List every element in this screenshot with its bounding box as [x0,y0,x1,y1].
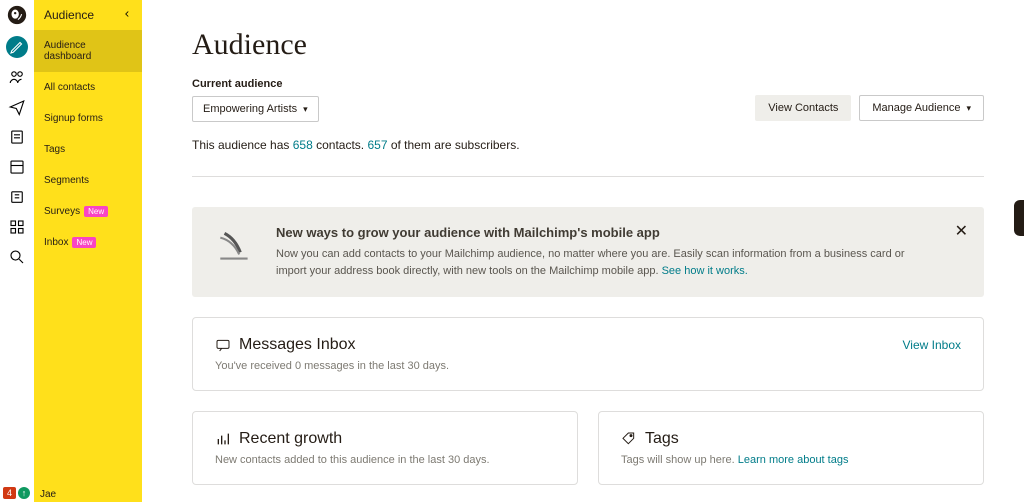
banner-body: Now you can add contacts to your Mailchi… [276,248,905,277]
page-title: Audience [192,28,984,62]
footer-error-badge[interactable]: 4 [3,487,16,499]
view-contacts-button[interactable]: View Contacts [755,95,851,121]
card-subtitle: You've received 0 messages in the last 3… [215,360,961,372]
card-title-text: Recent growth [239,430,342,448]
divider [192,176,984,177]
sidebar-item-label: Tags [44,144,65,155]
sidebar-item-label: Segments [44,175,89,186]
grid-icon[interactable] [6,216,28,238]
footer-status-badge[interactable]: ↑ [18,487,30,499]
doc-icon[interactable] [6,126,28,148]
sidebar-item-dashboard[interactable]: Audience dashboard [34,30,142,72]
sidebar-header[interactable]: Audience [34,0,142,30]
card-subtitle: Tags will show up here. [621,454,738,466]
sidebar-item-inbox[interactable]: Inbox New [34,227,142,258]
sidebar-item-label: Surveys [44,206,80,217]
sidebar-user-label: Jae [40,489,56,500]
card-subtitle: New contacts added to this audience in t… [215,454,555,466]
chevron-down-icon: ▾ [303,104,308,115]
chevron-down-icon: ▾ [966,103,971,114]
subscriber-count-link[interactable]: 657 [367,138,387,152]
manage-audience-button[interactable]: Manage Audience ▾ [859,95,984,121]
audience-select[interactable]: Empowering Artists ▾ [192,96,319,122]
sidebar-item-tags[interactable]: Tags [34,134,142,165]
banner-link[interactable]: See how it works. [662,265,748,277]
close-icon[interactable]: ✕ [955,221,968,241]
sidebar-item-contacts[interactable]: All contacts [34,72,142,103]
sidebar-item-segments[interactable]: Segments [34,165,142,196]
sidebar-item-label: Audience dashboard [44,40,132,62]
survey-icon[interactable] [6,186,28,208]
tag-icon [621,431,637,447]
tags-card: Tags Tags will show up here. Learn more … [598,411,984,485]
sidebar-item-signup[interactable]: Signup forms [34,103,142,134]
tags-learn-link[interactable]: Learn more about tags [738,454,849,466]
pencil-icon[interactable] [6,36,28,58]
sidebar-title: Audience [44,8,94,22]
brand-logo[interactable] [6,4,28,26]
sidebar-item-label: Signup forms [44,113,103,124]
layout-icon[interactable] [6,156,28,178]
recent-growth-card: Recent growth New contacts added to this… [192,411,578,485]
contact-count-link[interactable]: 658 [293,138,313,152]
audience-summary: This audience has 658 contacts. 657 of t… [192,138,984,152]
card-title-text: Messages Inbox [239,336,356,354]
side-tab[interactable] [1014,200,1024,236]
chat-icon [215,337,231,353]
mobile-app-banner: New ways to grow your audience with Mail… [192,207,984,297]
users-icon[interactable] [6,66,28,88]
chart-icon [215,431,231,447]
sidebar-user[interactable]: Jae [40,489,56,500]
messages-inbox-card: Messages Inbox View Inbox You've receive… [192,317,984,391]
banner-illustration [214,225,256,267]
new-badge: New [84,206,108,217]
new-badge: New [72,237,96,248]
sidebar: Audience Audience dashboard All contacts… [34,0,142,502]
sidebar-item-label: All contacts [44,82,95,93]
sidebar-item-surveys[interactable]: Surveys New [34,196,142,227]
banner-title: New ways to grow your audience with Mail… [276,225,932,240]
main-content: Audience Current audience Empowering Art… [142,0,1024,502]
sidebar-item-label: Inbox [44,237,68,248]
search-icon[interactable] [6,246,28,268]
card-title-text: Tags [645,430,679,448]
send-icon[interactable] [6,96,28,118]
current-audience-label: Current audience [192,78,319,90]
view-inbox-link[interactable]: View Inbox [903,338,961,352]
audience-select-value: Empowering Artists [203,103,297,115]
chevron-left-icon [122,8,132,22]
